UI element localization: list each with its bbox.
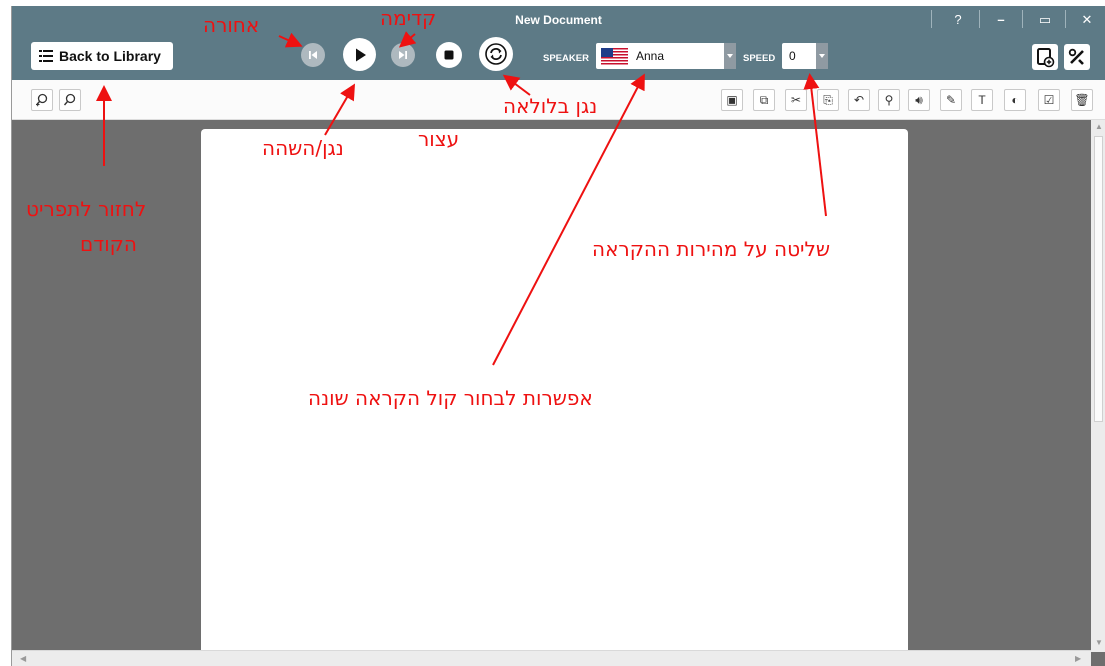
- annotation-play-pause: נגן/השהה: [262, 136, 344, 160]
- annotation-choose-voice: אפשרות לבחור קול הקראה שונה: [308, 386, 593, 410]
- arrow-loop: [502, 74, 531, 96]
- annotation-forward: קדימה: [380, 6, 437, 30]
- annotation-return-prev-line2: הקודם: [80, 232, 137, 256]
- annotation-loop: נגן בלולאה: [503, 94, 598, 118]
- arrow-play-pause: [324, 83, 356, 136]
- annotation-return-prev-line1: לחזור לתפריט: [26, 197, 147, 221]
- annotation-speed-control: שליטה על מהירות ההקראה: [592, 237, 831, 261]
- arrow-speaker: [492, 73, 645, 366]
- annotation-back: אחורה: [203, 13, 260, 37]
- annotation-stop: עצור: [418, 127, 460, 151]
- arrow-speed: [803, 73, 827, 217]
- arrow-forward: [398, 31, 417, 48]
- arrow-back: [278, 32, 303, 48]
